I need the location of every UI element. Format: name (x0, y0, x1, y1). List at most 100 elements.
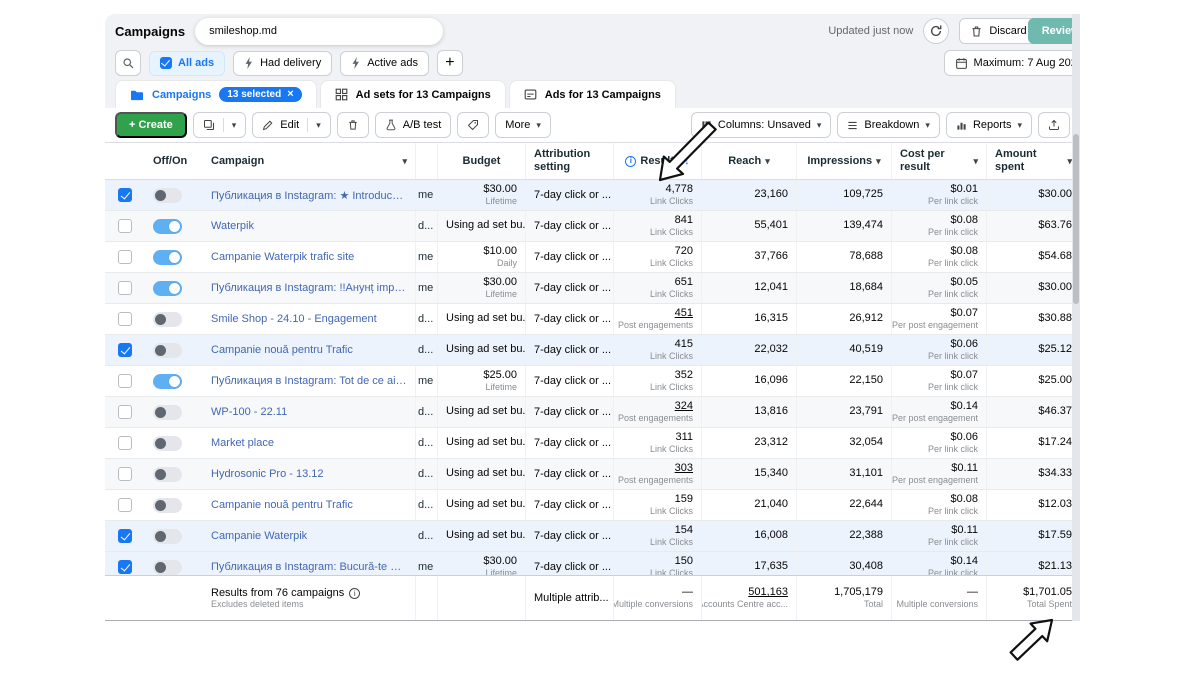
campaign-toggle[interactable] (153, 188, 182, 203)
campaign-name-link[interactable]: WP-100 - 22.11 (211, 406, 407, 418)
row-toggle-cell (145, 560, 203, 575)
vertical-scrollbar[interactable] (1072, 14, 1080, 621)
updated-status: Updated just now (828, 25, 913, 37)
chevron-down-icon[interactable]: ▾ (232, 120, 237, 131)
ab-test-button[interactable]: A/B test (375, 112, 452, 138)
lightning-icon (351, 57, 361, 69)
info-icon[interactable]: i (349, 588, 360, 599)
table-row: Публикация в Instagram: Bucură-te de un … (105, 552, 1080, 575)
attribution-cell: 7-day click or ... (525, 335, 613, 365)
chevron-down-icon[interactable]: ▾ (876, 156, 881, 166)
breakdown-button[interactable]: Breakdown ▾ (837, 112, 940, 138)
tab-adsets[interactable]: Ad sets for 13 Campaigns (320, 80, 506, 108)
budget-cell: Using ad set bu... (437, 521, 525, 551)
search-button[interactable] (115, 50, 141, 76)
row-checkbox[interactable] (118, 467, 132, 481)
row-checkbox[interactable] (118, 343, 132, 357)
campaign-name-link[interactable]: Публикация в Instagram: Bucură-te de un … (211, 561, 407, 573)
campaign-toggle[interactable] (153, 405, 182, 420)
delete-button[interactable] (337, 112, 369, 138)
campaign-name-link[interactable]: Публикация в Instagram: !!Анунț importan… (211, 282, 407, 294)
budget-cell: Using ad set bu... (437, 335, 525, 365)
row-checkbox[interactable] (118, 250, 132, 264)
more-button[interactable]: More ▾ (495, 112, 551, 138)
campaign-name-link[interactable]: Campanie Waterpik (211, 530, 407, 542)
campaign-name-link[interactable]: Smile Shop - 24.10 - Engagement (211, 313, 407, 325)
duplicate-button[interactable]: ▾ (193, 112, 247, 138)
header-impressions[interactable]: Impressions ▾ (796, 143, 891, 179)
cost-per-result-cell: $0.08Per link click (891, 490, 986, 520)
row-checkbox[interactable] (118, 281, 132, 295)
campaign-name-link[interactable]: Waterpik (211, 220, 407, 232)
divider (223, 118, 224, 132)
results-cell: 311Link Clicks (613, 428, 701, 458)
clear-selection-icon[interactable]: × (287, 89, 293, 100)
row-checkbox[interactable] (118, 560, 132, 574)
tab-campaigns[interactable]: Campaigns 13 selected × (115, 80, 317, 108)
campaign-toggle[interactable] (153, 312, 182, 327)
selected-count-badge[interactable]: 13 selected × (219, 87, 301, 102)
columns-button[interactable]: Columns: Unsaved ▾ (691, 112, 831, 138)
campaign-name-link[interactable]: Market place (211, 437, 407, 449)
campaign-name-link[interactable]: Публикация в Instagram: Tot de ce ai nev… (211, 375, 407, 387)
campaign-toggle[interactable] (153, 560, 182, 575)
row-checkbox[interactable] (118, 312, 132, 326)
refresh-button[interactable] (923, 18, 949, 44)
campaign-toggle[interactable] (153, 529, 182, 544)
tag-button[interactable] (457, 112, 489, 138)
sort-desc-icon[interactable]: ↓ (684, 155, 690, 168)
row-checkbox[interactable] (118, 436, 132, 450)
filter-had-delivery[interactable]: Had delivery (233, 51, 332, 76)
date-range-selector[interactable]: Maximum: 7 Aug 2021 (944, 50, 1080, 76)
campaign-toggle[interactable] (153, 436, 182, 451)
attribution-cell: 7-day click or ... (525, 490, 613, 520)
row-checkbox-cell (105, 374, 145, 388)
campaign-toggle[interactable] (153, 467, 182, 482)
header-budget[interactable]: Budget (437, 143, 525, 179)
attribution-cell: 7-day click or ... (525, 273, 613, 303)
campaign-toggle[interactable] (153, 374, 182, 389)
row-checkbox[interactable] (118, 374, 132, 388)
chevron-down-icon[interactable]: ▾ (402, 156, 407, 166)
row-checkbox[interactable] (118, 405, 132, 419)
tab-ads[interactable]: Ads for 13 Campaigns (509, 80, 676, 108)
campaign-name-link[interactable]: Campanie nouă pentru Trafic (211, 499, 407, 511)
chevron-down-icon[interactable]: ▾ (973, 156, 978, 166)
account-search-pill[interactable]: smileshop.md (195, 18, 443, 45)
export-button[interactable] (1038, 112, 1070, 138)
amount-spent-cell: $17.59 (986, 521, 1080, 551)
rows-icon (847, 120, 858, 131)
info-icon[interactable]: i (625, 156, 636, 167)
reports-button[interactable]: Reports ▾ (946, 112, 1032, 138)
header-campaign[interactable]: Campaign ▾ (203, 155, 415, 168)
row-checkbox[interactable] (118, 498, 132, 512)
header-results[interactable]: i Results ↓ (613, 143, 701, 179)
header-reach[interactable]: Reach ▾ (701, 143, 796, 179)
campaign-toggle[interactable] (153, 281, 182, 296)
footer-amount-spent: $1,701.05 Total Spent (986, 576, 1080, 620)
campaign-cell: Публикация в Instagram: Bucură-te de un … (203, 561, 415, 573)
campaign-name-link[interactable]: Hydrosonic Pro - 13.12 (211, 468, 407, 480)
filter-all-ads[interactable]: All ads (149, 51, 225, 76)
campaign-name-link[interactable]: Campanie nouă pentru Trafic (211, 344, 407, 356)
campaign-toggle[interactable] (153, 219, 182, 234)
campaign-name-link[interactable]: Campanie Waterpik trafic site (211, 251, 407, 263)
row-checkbox[interactable] (118, 219, 132, 233)
edit-button[interactable]: Edit ▾ (252, 112, 331, 138)
filter-active-ads[interactable]: Active ads (340, 51, 429, 76)
scrollbar-thumb[interactable] (1073, 134, 1079, 304)
header-amount-spent[interactable]: Amount spent ▾ (986, 143, 1080, 179)
campaign-toggle[interactable] (153, 343, 182, 358)
toggle-knob (169, 283, 180, 294)
chevron-down-icon[interactable]: ▾ (765, 156, 770, 166)
campaign-toggle[interactable] (153, 250, 182, 265)
campaign-name-link[interactable]: Публикация в Instagram: ★ Introducerea u… (211, 189, 407, 202)
create-button[interactable]: + Create (115, 112, 187, 138)
row-checkbox[interactable] (118, 188, 132, 202)
header-cost-per-result[interactable]: Cost per result ▾ (891, 143, 986, 179)
add-filter-button[interactable]: + (437, 50, 463, 76)
campaign-toggle[interactable] (153, 498, 182, 513)
chevron-down-icon[interactable]: ▾ (316, 120, 321, 131)
header-checkbox-cell[interactable] (105, 154, 145, 168)
row-checkbox[interactable] (118, 529, 132, 543)
